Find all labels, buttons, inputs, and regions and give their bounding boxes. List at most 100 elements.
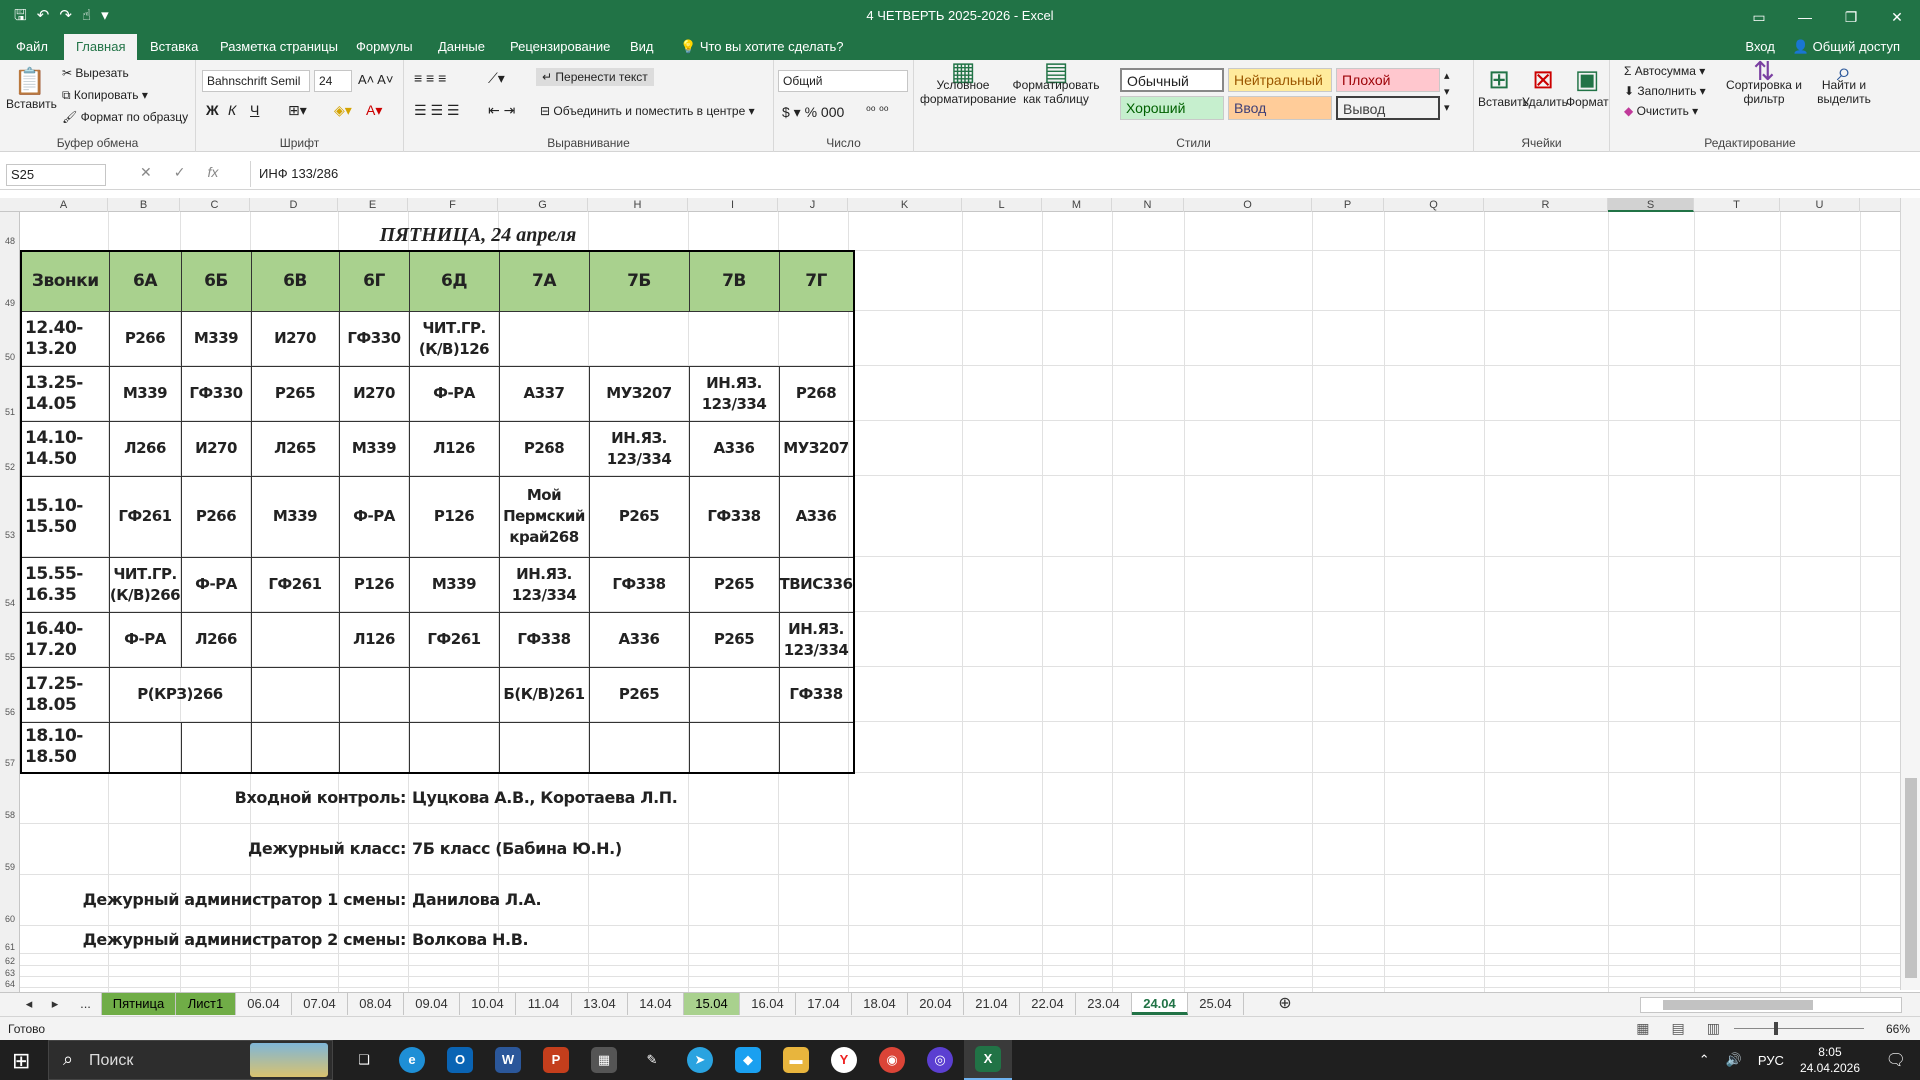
lesson-cell[interactable] <box>408 666 500 723</box>
bold-button[interactable]: Ж <box>206 102 219 118</box>
paste-button[interactable]: 📋 Вставить <box>6 66 57 111</box>
col-header[interactable]: F <box>408 198 498 212</box>
tab-insert[interactable]: Вставка <box>138 34 210 60</box>
lesson-cell[interactable]: Мой Пермский край268 <box>498 475 590 558</box>
lesson-cell[interactable]: Р265 <box>688 611 780 668</box>
lesson-cell[interactable]: А336 <box>688 420 780 477</box>
lesson-cell[interactable]: ИН.ЯЗ. 123/334 <box>778 611 855 668</box>
remote-desktop-icon[interactable]: ◎ <box>916 1040 964 1080</box>
row-header[interactable]: 58 <box>0 810 20 820</box>
lesson-cell[interactable]: Л126 <box>408 420 500 477</box>
col-header[interactable]: G <box>498 198 588 212</box>
sheet-tab[interactable]: 14.04 <box>628 993 684 1015</box>
page-break-view-icon[interactable]: ▥ <box>1707 1020 1720 1037</box>
sheet-tab[interactable]: 06.04 <box>236 993 292 1015</box>
lesson-cell[interactable]: МУЗ207 <box>588 365 690 422</box>
row-header[interactable]: 62 <box>0 956 20 966</box>
header-cell[interactable]: 6В <box>250 250 340 312</box>
font-name-select[interactable]: Bahnschrift Semil <box>202 70 310 92</box>
excel-icon[interactable]: X <box>964 1040 1012 1080</box>
lesson-cell[interactable]: ГФ338 <box>688 475 780 558</box>
lesson-cell[interactable] <box>778 721 855 774</box>
lesson-cell[interactable]: ГФ261 <box>108 475 182 558</box>
lesson-cell[interactable]: Ф-РА <box>108 611 182 668</box>
styles-more-icon[interactable]: ▴ ▾ ▾ <box>1444 68 1450 116</box>
edge-icon[interactable]: e <box>388 1040 436 1080</box>
tab-file[interactable]: Файл <box>4 34 60 60</box>
tab-page-layout[interactable]: Разметка страницы <box>208 34 350 60</box>
calculator-icon[interactable]: ▦ <box>580 1040 628 1080</box>
col-header[interactable]: K <box>848 198 962 212</box>
lesson-cell[interactable]: И270 <box>250 310 340 367</box>
time-cell[interactable]: 15.55-16.35 <box>20 556 110 613</box>
currency-icon[interactable]: $ ▾ % 000 <box>782 104 844 121</box>
sheet-tab[interactable]: Пятница <box>102 993 176 1015</box>
col-header-selected[interactable]: S <box>1608 198 1694 212</box>
volume-icon[interactable]: 🔊 <box>1726 1052 1742 1068</box>
lesson-cell[interactable]: ИН.ЯЗ. 123/334 <box>688 365 780 422</box>
row-header[interactable]: 53 <box>0 530 20 540</box>
input-language[interactable]: РУС <box>1758 1053 1784 1068</box>
tab-data[interactable]: Данные <box>426 34 497 60</box>
lesson-cell[interactable] <box>498 721 590 774</box>
lesson-cell[interactable]: ИН.ЯЗ. 123/334 <box>588 420 690 477</box>
cut-button[interactable]: ✂ Вырезать <box>62 66 129 80</box>
row-header[interactable]: 61 <box>0 942 20 952</box>
col-header[interactable]: Q <box>1384 198 1484 212</box>
row-header[interactable]: 48 <box>0 236 20 246</box>
col-header[interactable]: U <box>1780 198 1860 212</box>
lesson-cell[interactable]: ГФ330 <box>180 365 252 422</box>
row-header[interactable]: 64 <box>0 979 20 989</box>
lesson-cell[interactable] <box>250 611 340 668</box>
indent-icon[interactable]: ⇤ ⇥ <box>488 102 515 119</box>
vertical-scrollbar[interactable] <box>1900 198 1920 990</box>
col-header[interactable]: O <box>1184 198 1312 212</box>
sheet-tab[interactable]: 23.04 <box>1076 993 1132 1015</box>
clear-button[interactable]: ◆ Очистить ▾ <box>1624 104 1698 118</box>
font-size-select[interactable]: 24 <box>314 70 352 92</box>
time-cell[interactable]: 15.10-15.50 <box>20 475 110 558</box>
col-header[interactable]: N <box>1112 198 1184 212</box>
lesson-cell[interactable]: Р265 <box>588 666 690 723</box>
col-header[interactable]: D <box>250 198 338 212</box>
time-cell[interactable]: 17.25-18.05 <box>20 666 110 723</box>
header-cell[interactable]: 6Г <box>338 250 410 312</box>
minimize-button[interactable]: — <box>1782 0 1828 34</box>
taskbar-clock[interactable]: 8:05 24.04.2026 <box>1800 1044 1860 1076</box>
sheet-tab[interactable]: 08.04 <box>348 993 404 1015</box>
lesson-cell[interactable]: И270 <box>180 420 252 477</box>
row-header[interactable]: 57 <box>0 758 20 768</box>
header-cell-bells[interactable]: Звонки <box>20 250 110 312</box>
page-layout-view-icon[interactable]: ▤ <box>1672 1020 1685 1037</box>
borders-icon[interactable]: ⊞▾ <box>288 102 307 119</box>
style-good[interactable]: Хороший <box>1120 96 1224 120</box>
scroll-thumb[interactable] <box>1905 778 1917 978</box>
lesson-cell[interactable]: Л266 <box>180 611 252 668</box>
delete-cells-button[interactable]: ⊠ Удалить <box>1522 64 1568 109</box>
powerpoint-icon[interactable]: P <box>532 1040 580 1080</box>
pen-app-icon[interactable]: ✎ <box>628 1040 676 1080</box>
row-header[interactable]: 56 <box>0 707 20 717</box>
insert-cells-button[interactable]: ⊞ Вставить <box>1478 64 1529 109</box>
header-cell[interactable]: 7Г <box>778 250 855 312</box>
merged-empty-cell[interactable] <box>498 310 855 367</box>
ribbon-display-icon[interactable]: ▭ <box>1736 0 1782 34</box>
lesson-cell[interactable]: Л266 <box>108 420 182 477</box>
decimal-icon[interactable]: ⁰⁰ ⁰⁰ <box>866 104 889 118</box>
lesson-cell[interactable]: ГФ261 <box>408 611 500 668</box>
lesson-cell[interactable] <box>108 721 182 774</box>
col-header[interactable]: J <box>778 198 848 212</box>
lesson-cell[interactable]: Б(К/В)261 <box>498 666 590 723</box>
lesson-cell[interactable]: Л126 <box>338 611 410 668</box>
col-header[interactable]: C <box>180 198 250 212</box>
style-bad[interactable]: Плохой <box>1336 68 1440 92</box>
sort-filter-button[interactable]: ⇅ Сортировка и фильтр <box>1726 58 1802 106</box>
format-painter-button[interactable]: 🖌 Формат по образцу <box>62 110 188 124</box>
conditional-format-button[interactable]: ▦ Условное форматирование <box>920 58 1016 106</box>
sheet-tab[interactable]: 22.04 <box>1020 993 1076 1015</box>
tab-home[interactable]: Главная <box>64 34 138 60</box>
merge-center-button[interactable]: ⊟ Объединить и поместить в центре ▾ <box>540 104 755 118</box>
align-top-icon[interactable]: ≡ ≡ ≡ <box>414 70 446 86</box>
font-color-icon[interactable]: A▾ <box>366 102 382 119</box>
lesson-cell[interactable] <box>408 721 500 774</box>
